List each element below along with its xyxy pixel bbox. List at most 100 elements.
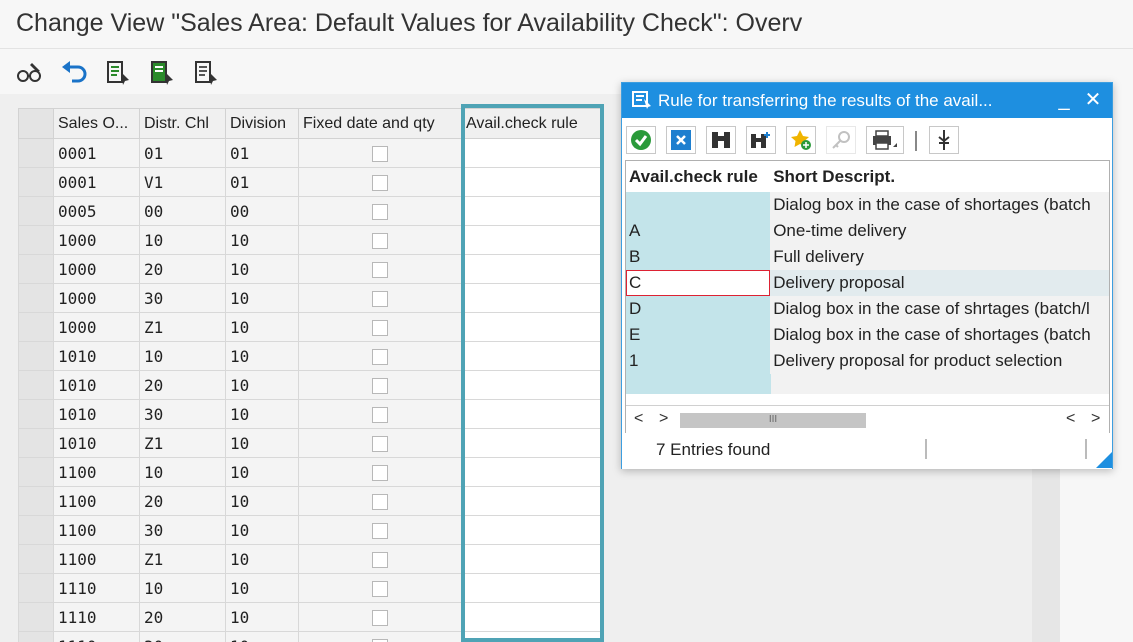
list-item-rule[interactable]: C [626, 270, 771, 296]
resize-handle[interactable] [1096, 452, 1112, 468]
row-selector[interactable] [18, 225, 54, 255]
list-item-description[interactable]: Dialog box in the case of shrtages (batc… [770, 296, 1109, 322]
row-selector[interactable] [18, 631, 54, 642]
check-icon[interactable] [626, 126, 656, 154]
fixed-date-qty-checkbox[interactable] [372, 610, 388, 626]
list-item[interactable]: Dialog box in the case of shortages (bat… [626, 192, 1109, 218]
cancel-icon[interactable] [666, 126, 696, 154]
row-selector[interactable] [18, 515, 54, 545]
division-cell: 00 [225, 196, 299, 226]
distr-chl-cell: 30 [139, 283, 226, 313]
row-selector[interactable] [18, 196, 54, 226]
list-item[interactable]: 1 Delivery proposal for product selection [626, 348, 1109, 374]
list-item-rule[interactable]: B [626, 244, 771, 270]
scroll-right-arrow[interactable]: > [659, 410, 668, 428]
fixed-date-qty-checkbox[interactable] [372, 349, 388, 365]
list-item-description[interactable]: Full delivery [770, 244, 1109, 270]
fixed-date-qty-checkbox[interactable] [372, 436, 388, 452]
list-item[interactable]: C Delivery proposal [626, 270, 1109, 296]
fixed-date-qty-checkbox[interactable] [372, 552, 388, 568]
fixed-date-qty-checkbox[interactable] [372, 291, 388, 307]
list-item[interactable]: A One-time delivery [626, 218, 1109, 244]
fixed-date-qty-cell [298, 515, 462, 545]
binoculars-plus-icon[interactable] [746, 126, 776, 154]
row-selector[interactable] [18, 341, 54, 371]
row-selector[interactable] [18, 457, 54, 487]
sales-org-cell: 1000 [53, 254, 140, 284]
division-cell: 10 [225, 283, 299, 313]
distr-chl-cell: 10 [139, 457, 226, 487]
list-header-rule[interactable]: Avail.check rule [626, 161, 771, 192]
print-icon[interactable] [866, 126, 904, 154]
scroll-right-arrow-2[interactable]: > [1091, 410, 1100, 428]
fixed-date-qty-checkbox[interactable] [372, 320, 388, 336]
fixed-date-qty-checkbox[interactable] [372, 465, 388, 481]
list-item-rule[interactable]: A [626, 218, 771, 244]
star-add-icon[interactable] [786, 126, 816, 154]
fixed-date-qty-checkbox[interactable] [372, 204, 388, 220]
list-item[interactable]: D Dialog box in the case of shrtages (bat… [626, 296, 1109, 322]
fixed-date-qty-checkbox[interactable] [372, 407, 388, 423]
row-selector[interactable] [18, 544, 54, 574]
list-item-rule[interactable] [626, 192, 771, 218]
division-cell: 10 [225, 631, 299, 642]
list-item-rule[interactable]: E [626, 322, 771, 348]
horizontal-scrollbar[interactable]: < > III < > [626, 405, 1109, 433]
row-selector[interactable] [18, 428, 54, 458]
row-selector[interactable] [18, 283, 54, 313]
fixed-date-qty-checkbox[interactable] [372, 233, 388, 249]
dialog-status-bar: 7 Entries found [622, 433, 1112, 469]
row-selector[interactable] [18, 370, 54, 400]
fixed-date-qty-checkbox[interactable] [372, 146, 388, 162]
fixed-date-qty-cell [298, 573, 462, 603]
row-selector[interactable] [18, 486, 54, 516]
row-selector[interactable] [18, 602, 54, 632]
list-item[interactable]: E Dialog box in the case of shortages (ba… [626, 322, 1109, 348]
glasses-pencil-icon[interactable] [16, 59, 44, 87]
scroll-thumb[interactable]: III [680, 413, 866, 428]
column-header-fixed-date-qty[interactable]: Fixed date and qty [298, 108, 462, 139]
sales-org-cell: 1000 [53, 312, 140, 342]
document-select-icon-3[interactable] [192, 59, 220, 87]
row-selector[interactable] [18, 399, 54, 429]
select-all-cell[interactable] [18, 108, 54, 139]
minimize-button[interactable]: _ [1052, 88, 1076, 112]
fixed-date-qty-checkbox[interactable] [372, 262, 388, 278]
row-selector[interactable] [18, 254, 54, 284]
column-header-sales-org[interactable]: Sales O... [53, 108, 140, 139]
list-item-rule[interactable]: 1 [626, 348, 771, 374]
list-item-description[interactable]: Delivery proposal for product selection [770, 348, 1109, 374]
list-item-description[interactable]: One-time delivery [770, 218, 1109, 244]
division-cell: 10 [225, 486, 299, 516]
list-item-rule[interactable]: D [626, 296, 771, 322]
distr-chl-cell: 20 [139, 254, 226, 284]
column-header-division[interactable]: Division [225, 108, 299, 139]
list-empty-area [626, 374, 771, 394]
document-select-icon[interactable] [104, 59, 132, 87]
scroll-left-arrow[interactable]: < [634, 410, 643, 428]
list-header-description[interactable]: Short Descript. [770, 161, 1109, 192]
list-item-description[interactable]: Delivery proposal [770, 270, 1109, 296]
column-header-distr-chl[interactable]: Distr. Chl [139, 108, 226, 139]
sales-org-cell: 1010 [53, 399, 140, 429]
row-selector[interactable] [18, 167, 54, 197]
fixed-date-qty-checkbox[interactable] [372, 378, 388, 394]
scroll-left-arrow-2[interactable]: < [1066, 410, 1075, 428]
filter-icon[interactable] [929, 126, 959, 154]
row-selector[interactable] [18, 138, 54, 168]
fixed-date-qty-checkbox[interactable] [372, 175, 388, 191]
binoculars-icon[interactable] [706, 126, 736, 154]
fixed-date-qty-checkbox[interactable] [372, 523, 388, 539]
list-item-description[interactable]: Dialog box in the case of shortages (bat… [770, 192, 1109, 218]
list-item-description[interactable]: Dialog box in the case of shortages (bat… [770, 322, 1109, 348]
undo-icon[interactable] [60, 59, 88, 87]
key-icon[interactable] [826, 126, 856, 154]
list-item[interactable]: B Full delivery [626, 244, 1109, 270]
fixed-date-qty-checkbox[interactable] [372, 581, 388, 597]
fixed-date-qty-checkbox[interactable] [372, 494, 388, 510]
close-button[interactable]: ✕ [1081, 88, 1105, 112]
row-selector[interactable] [18, 573, 54, 603]
row-selector[interactable] [18, 312, 54, 342]
division-cell: 01 [225, 167, 299, 197]
document-select-icon-2[interactable] [148, 59, 176, 87]
